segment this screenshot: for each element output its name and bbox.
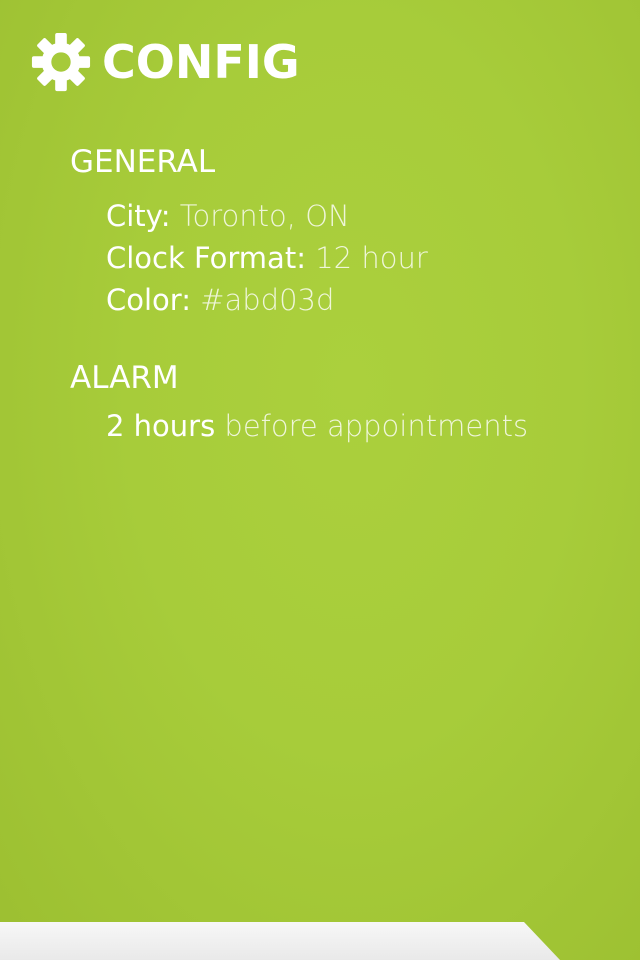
clock-format-setting[interactable]: Clock Format: 12 hour [106, 238, 428, 278]
color-setting[interactable]: Color: #abd03d [106, 280, 334, 320]
city-setting[interactable]: City: Toronto, ON [106, 196, 350, 236]
clock-format-value: 12 hour [315, 241, 428, 275]
gear-icon [31, 32, 91, 92]
page-title: CONFIG [102, 35, 300, 89]
config-screen: CONFIG GENERAL City: Toronto, ON Clock F… [0, 0, 640, 960]
alarm-setting[interactable]: 2 hours before appointments [106, 406, 528, 446]
alarm-amount: 2 hours [106, 409, 225, 443]
alarm-suffix: before appointments [224, 409, 529, 443]
header: CONFIG [30, 30, 300, 94]
color-label: Color: [106, 283, 201, 317]
city-value: Toronto, ON [179, 199, 350, 233]
city-label: City: [106, 199, 180, 233]
bottom-tab[interactable] [0, 922, 560, 960]
color-value: #abd03d [200, 283, 335, 317]
general-heading: GENERAL [70, 144, 216, 180]
alarm-heading: ALARM [70, 360, 179, 396]
clock-format-label: Clock Format: [106, 241, 316, 275]
